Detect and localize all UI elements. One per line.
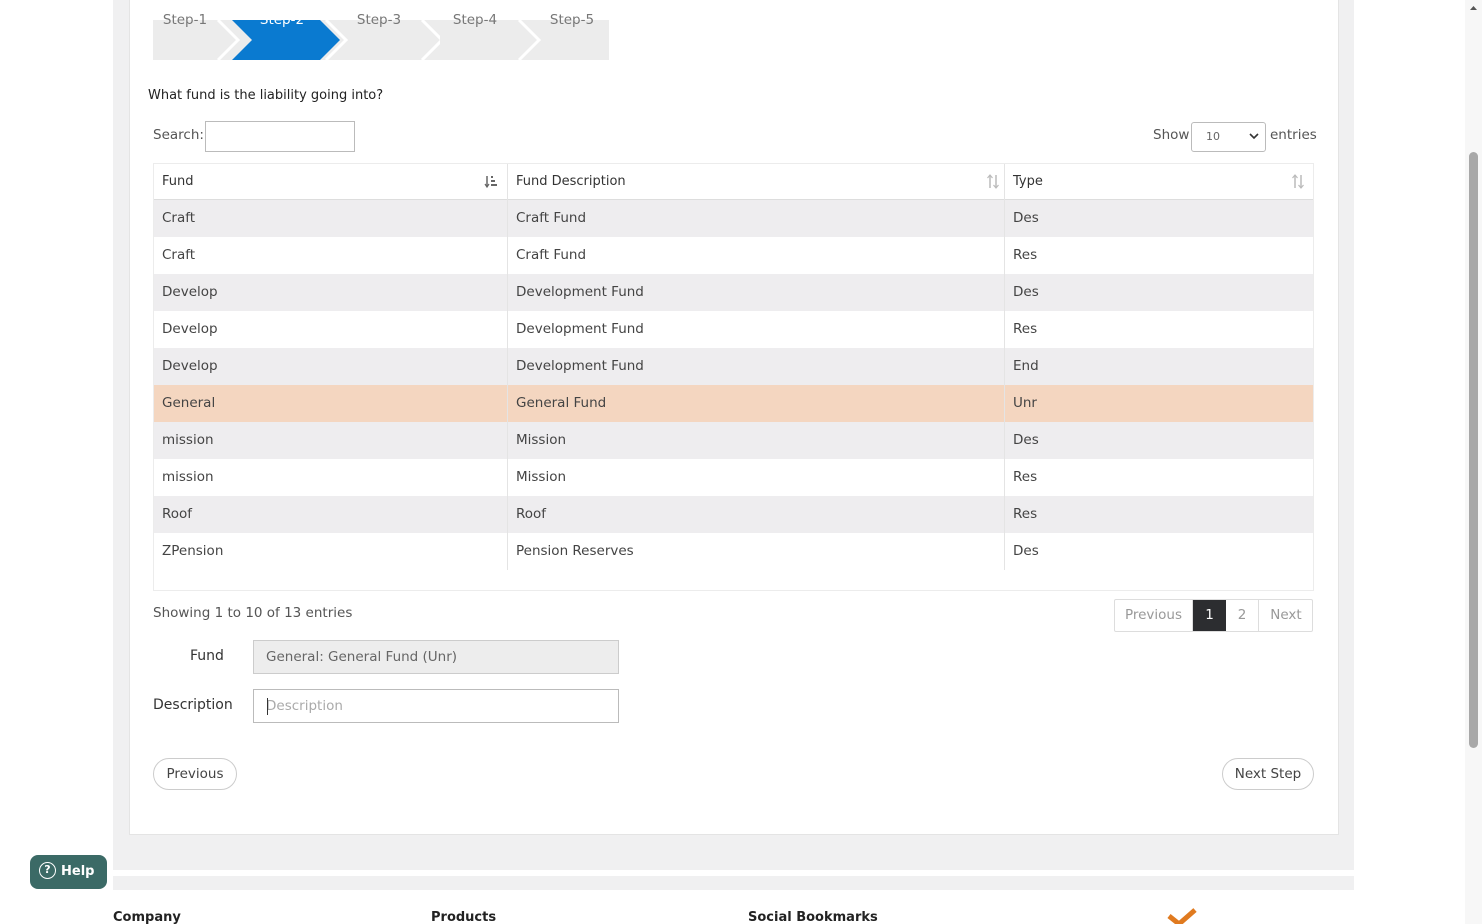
cell-type: Res [1013, 469, 1038, 485]
scrollbar-thumb[interactable] [1469, 152, 1478, 748]
cell-type: Res [1013, 247, 1038, 263]
pagination-page-1[interactable]: 1 [1193, 600, 1226, 631]
fund-field: General: General Fund (Unr) [253, 640, 619, 674]
cell-description: Pension Reserves [508, 533, 1005, 570]
cell-type: Des [1013, 543, 1039, 559]
cell-description: Roof [508, 496, 1005, 533]
cell-type: Res [1013, 321, 1038, 337]
cell-fund: General [154, 385, 508, 422]
search-input[interactable] [205, 121, 355, 152]
cell-description: Development Fund [508, 311, 1005, 348]
next-step-button[interactable]: Next Step [1222, 758, 1314, 790]
pagination-next-button[interactable]: Next [1259, 600, 1313, 631]
cell-fund: Roof [154, 496, 508, 533]
cell-fund: Craft [154, 237, 508, 274]
cell-type: End [1013, 358, 1039, 374]
description-label: Description [153, 697, 233, 713]
table-info: Showing 1 to 10 of 13 entries [153, 605, 353, 621]
pagination-page-2[interactable]: 2 [1226, 600, 1259, 631]
cell-description: Mission [508, 422, 1005, 459]
cell-description: Development Fund [508, 348, 1005, 385]
cell-type: Des [1013, 210, 1039, 226]
footer-logo-icon [1167, 908, 1197, 924]
help-label: Help [61, 864, 95, 879]
funds-table: Fund Fund Description Type Craft Craft F… [153, 163, 1314, 591]
cell-description: Mission [508, 459, 1005, 496]
footer-divider [113, 876, 1354, 890]
step-1[interactable]: Step-1 [153, 0, 217, 40]
vertical-scrollbar[interactable] [1465, 0, 1482, 924]
cell-fund: mission [154, 459, 508, 496]
page-size-select[interactable]: 10 [1191, 122, 1266, 152]
table-row[interactable]: mission Mission Res [154, 459, 1313, 496]
table-row[interactable]: ZPension Pension Reserves Des [154, 533, 1313, 570]
table-row-selected[interactable]: General General Fund Unr [154, 385, 1313, 422]
cell-fund: mission [154, 422, 508, 459]
cell-fund: ZPension [154, 533, 508, 570]
cell-description: Craft Fund [508, 200, 1005, 237]
step-4[interactable]: Step-4 [445, 0, 505, 40]
table-header: Fund Fund Description Type [154, 164, 1313, 200]
footer-company-heading: Company [113, 910, 181, 924]
footer-products-heading: Products [431, 910, 497, 924]
cell-description: Craft Fund [508, 237, 1005, 274]
fund-label: Fund [190, 648, 224, 664]
table-row[interactable]: Craft Craft Fund Des [154, 200, 1313, 237]
table-row[interactable]: Develop Development Fund Des [154, 274, 1313, 311]
search-label: Search: [153, 127, 204, 143]
step-2[interactable]: Step-2 [252, 0, 312, 40]
footer-social-heading: Social Bookmarks [748, 910, 878, 924]
pagination-previous-button[interactable]: Previous [1115, 600, 1193, 631]
table-row[interactable]: Roof Roof Res [154, 496, 1313, 533]
cell-description: General Fund [508, 385, 1005, 422]
cell-type: Des [1013, 432, 1039, 448]
cell-fund: Develop [154, 311, 508, 348]
description-placeholder: Description [266, 698, 343, 714]
help-button[interactable]: ? Help [30, 855, 107, 889]
entries-label: entries [1270, 127, 1317, 143]
column-header-fund-description[interactable]: Fund Description [508, 164, 1005, 200]
step-3[interactable]: Step-3 [349, 0, 409, 40]
pagination: Previous 1 2 Next [1114, 599, 1313, 632]
cell-fund: Develop [154, 274, 508, 311]
question-heading: What fund is the liability going into? [148, 88, 384, 103]
previous-button[interactable]: Previous [153, 758, 237, 790]
cell-type: Unr [1013, 395, 1037, 411]
description-field[interactable]: Description [253, 689, 619, 723]
cell-description: Development Fund [508, 274, 1005, 311]
table-row[interactable]: Develop Development Fund Res [154, 311, 1313, 348]
cell-fund: Craft [154, 200, 508, 237]
column-header-label: Type [1013, 174, 1043, 189]
cell-fund: Develop [154, 348, 508, 385]
chevron-down-icon [1249, 123, 1259, 162]
step-separator [216, 20, 241, 60]
question-icon: ? [39, 862, 56, 879]
table-row[interactable]: Develop Development Fund End [154, 348, 1313, 385]
text-cursor [267, 698, 268, 715]
column-header-label: Fund [162, 174, 194, 189]
page-size-value: 10 [1206, 130, 1220, 143]
column-header-fund[interactable]: Fund [154, 164, 508, 200]
show-label: Show [1153, 127, 1190, 143]
step-5[interactable]: Step-5 [542, 0, 602, 40]
step-separator [517, 20, 542, 60]
column-header-type[interactable]: Type [1005, 164, 1313, 200]
table-row[interactable]: mission Mission Des [154, 422, 1313, 459]
table-row[interactable]: Craft Craft Fund Res [154, 237, 1313, 274]
cell-type: Des [1013, 284, 1039, 300]
scroll-up-arrow-icon[interactable] [1465, 0, 1482, 17]
column-header-label: Fund Description [516, 174, 626, 189]
cell-type: Res [1013, 506, 1038, 522]
